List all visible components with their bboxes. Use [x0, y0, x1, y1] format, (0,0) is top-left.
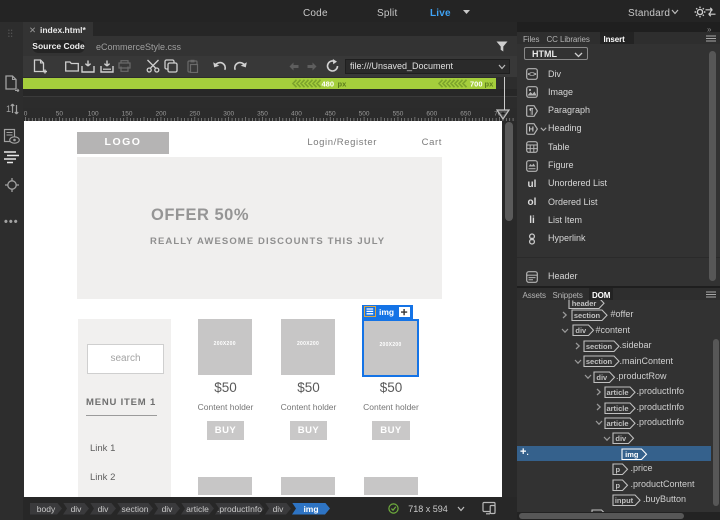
svg-text:450: 450 [325, 111, 336, 118]
svg-text:section: section [585, 342, 612, 351]
svg-text:150: 150 [122, 111, 133, 118]
svg-text:p: p [616, 465, 621, 474]
svg-text:500: 500 [359, 111, 370, 118]
svg-text:480: 480 [322, 80, 335, 89]
svg-text:article: article [606, 419, 628, 428]
svg-text:<>: <> [527, 70, 536, 79]
svg-text:600: 600 [426, 111, 437, 118]
svg-text:100: 100 [88, 111, 99, 118]
svg-text:0: 0 [24, 111, 28, 118]
svg-text:50: 50 [56, 111, 64, 118]
svg-text:li: li [529, 215, 535, 226]
svg-text:div: div [596, 373, 608, 382]
svg-text:div: div [616, 434, 628, 443]
svg-text:header: header [572, 300, 597, 308]
svg-text:img: img [626, 450, 640, 459]
svg-text:350: 350 [257, 111, 268, 118]
svg-text:px: px [485, 80, 495, 89]
svg-text:H: H [528, 124, 533, 133]
svg-text:250: 250 [189, 111, 200, 118]
svg-text:section: section [574, 311, 601, 320]
svg-text:section: section [585, 357, 612, 366]
svg-text:article: article [606, 388, 628, 397]
svg-text:ul: ul [527, 179, 536, 190]
svg-text:input: input [615, 496, 634, 505]
svg-text:300: 300 [223, 111, 234, 118]
svg-text:article: article [606, 404, 628, 413]
svg-text:p: p [616, 481, 621, 490]
svg-text:ol: ol [527, 197, 536, 208]
svg-text:px: px [338, 80, 348, 89]
svg-text:1: 1 [6, 104, 11, 114]
svg-text:200: 200 [155, 111, 166, 118]
svg-text:div: div [575, 326, 587, 335]
svg-text:700: 700 [470, 80, 483, 89]
svg-text:400: 400 [291, 111, 302, 118]
svg-text:650: 650 [460, 111, 471, 118]
svg-text:550: 550 [393, 111, 404, 118]
svg-text:¶: ¶ [529, 106, 534, 115]
